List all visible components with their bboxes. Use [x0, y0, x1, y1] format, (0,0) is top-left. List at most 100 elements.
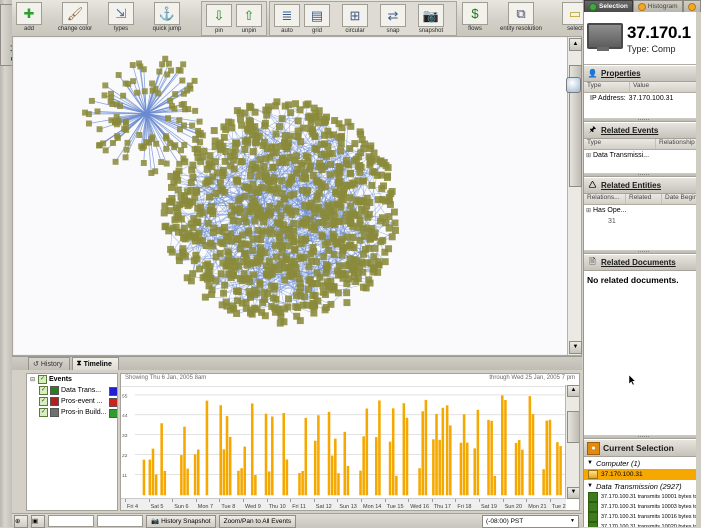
axis-tickmark: [125, 499, 126, 502]
graph-zoom-knob-icon[interactable]: [566, 77, 581, 93]
grid-layout-button[interactable]: ▤grid: [302, 3, 332, 34]
graph-canvas[interactable]: [14, 38, 567, 354]
properties-table: Type Value IP Address: 37.170.100.31: [584, 82, 701, 117]
graph-scroll-down-icon[interactable]: ▼: [569, 341, 582, 354]
toolbar-group-edit: ✚add🖌change color⇲types⚓quick jump: [12, 0, 200, 33]
timeline-chart[interactable]: 5544332211: [121, 385, 566, 506]
relation-count: 31: [608, 218, 616, 225]
selection-rows: 37.170.100.31 transmits 10001 bytes to 1…: [584, 492, 701, 527]
graph-canvas-container[interactable]: [14, 38, 567, 354]
tab-timeline[interactable]: ⧗ Timeline: [72, 357, 119, 370]
toolbar-button-label: select: [567, 26, 583, 32]
circular-layout-button[interactable]: ⊞circular: [332, 3, 378, 34]
collapse-button[interactable]: ▣: [31, 515, 45, 528]
axis-tickmark: [432, 499, 433, 502]
checkbox-icon[interactable]: ✓: [39, 386, 48, 395]
axis-tickmark: [479, 499, 480, 502]
expander-icon[interactable]: ⊞: [586, 152, 593, 159]
tab-extra[interactable]: [683, 0, 701, 12]
status-field-1[interactable]: [48, 515, 94, 527]
tree-item-data-trans[interactable]: ✓ Data Trans...: [27, 385, 117, 396]
snap-layout-button[interactable]: ⇄snap: [378, 3, 408, 34]
tab-histogram[interactable]: Histogram: [633, 0, 683, 12]
list-item-label: 37.170.100.31 transmits 10001 bytes to 1…: [601, 494, 701, 500]
list-item[interactable]: 37.170.100.31 transmits 10001 bytes to 1…: [584, 492, 701, 502]
toolbar-button-label: flows: [468, 26, 482, 32]
selected-list-item[interactable]: 37.170.100.31: [584, 469, 701, 480]
properties-header-label: Properties: [601, 69, 641, 78]
pin-button[interactable]: ⇩pin: [204, 3, 234, 34]
selection-icon: ●: [587, 442, 600, 455]
table-row[interactable]: 31: [584, 216, 701, 227]
timeline-scroll-down-icon[interactable]: ▼: [567, 487, 580, 499]
right-panel-scrollbar[interactable]: [696, 12, 701, 527]
axis-tick-label: Mon 14: [363, 504, 381, 510]
list-item[interactable]: 37.170.100.31 transmits 10020 bytes to 1…: [584, 522, 701, 527]
axis-tick-label: Sun 6: [174, 504, 188, 510]
history-snapshot-button[interactable]: 📷 History Snapshot: [146, 515, 216, 528]
status-dot-icon: [589, 3, 597, 11]
timeline-scroll-thumb[interactable]: [567, 411, 580, 443]
camera-button[interactable]: 📷snapshot: [408, 3, 454, 34]
related-entities-header-label: Related Entities: [601, 181, 661, 190]
svg-text:22: 22: [122, 453, 128, 459]
types-button[interactable]: ⇲types: [106, 1, 136, 32]
related-entities-table-header: Relations... Related Date Begin: [584, 194, 701, 205]
table-row[interactable]: ⊞ Has Ope...: [584, 205, 701, 216]
related-documents-section-header[interactable]: 🗎 Related Documents: [584, 254, 701, 271]
status-dot-icon: [688, 3, 696, 11]
entities-icon: 🛆: [587, 180, 598, 191]
expand-button[interactable]: ⊕: [14, 515, 28, 528]
table-row[interactable]: ⊞ Data Transmissi...: [584, 150, 701, 161]
status-field-2[interactable]: [97, 515, 143, 527]
selection-group-data-transmission[interactable]: ▼ Data Transmission (2927): [584, 480, 701, 492]
quick-jump-button[interactable]: ⚓quick jump: [136, 1, 198, 32]
selected-item-label: 37.170.100.31: [601, 471, 643, 478]
svg-text:11: 11: [122, 473, 127, 479]
timeline-vertical-scrollbar[interactable]: ▲ ▼: [565, 385, 579, 499]
circular-layout-icon: ⊞: [342, 4, 368, 27]
expander-icon[interactable]: ⊞: [586, 207, 593, 214]
flows-button[interactable]: $flows: [460, 1, 490, 32]
tree-root-events[interactable]: ⊟ ✓ Events: [27, 374, 117, 385]
axis-tickmark: [267, 499, 268, 502]
related-events-section-header[interactable]: 🖈 Related Events: [584, 122, 701, 139]
entity-resolution-button[interactable]: ⧉entity resolution: [490, 1, 552, 32]
list-item[interactable]: 37.170.100.31 transmits 10003 bytes to 1…: [584, 502, 701, 512]
axis-tick-label: Sun 20: [505, 504, 522, 510]
tree-item-pros-in-build[interactable]: ✓ Pros-in Build...: [27, 407, 117, 418]
tree-item-pros-event[interactable]: ✓ Pros-event ...: [27, 396, 117, 407]
tree-expander-icon[interactable]: ⊟: [29, 376, 36, 383]
prop-type: IP Address:: [586, 95, 626, 102]
brush-button[interactable]: 🖌change color: [44, 1, 106, 32]
events-tree[interactable]: ⊟ ✓ Events ✓ Data Trans... ✓ Pros-event …: [26, 373, 118, 511]
checkbox-icon[interactable]: ✓: [39, 397, 48, 406]
unpin-button[interactable]: ⇧unpin: [234, 3, 264, 34]
related-entities-section-header[interactable]: 🛆 Related Entities: [584, 177, 701, 194]
expander-icon[interactable]: ▼: [587, 483, 593, 489]
tab-selection[interactable]: Selection: [584, 0, 633, 12]
checkbox-icon[interactable]: ✓: [38, 375, 47, 384]
checkbox-icon[interactable]: ✓: [39, 408, 48, 417]
current-selection-section-header[interactable]: ● Current Selection: [584, 439, 701, 457]
chevron-down-icon[interactable]: ▼: [570, 518, 578, 524]
timezone-select[interactable]: (-08:00) PST ▼: [482, 515, 579, 528]
auto-layout-button[interactable]: ≣auto: [272, 3, 302, 34]
col-relationship: Relationship: [656, 139, 701, 149]
timeline-range-start: Showing Thu 6 Jan, 2005 8am: [125, 375, 206, 385]
properties-section-header[interactable]: 👤 Properties: [584, 65, 701, 82]
expander-icon[interactable]: ▼: [587, 460, 593, 466]
zoom-pan-all-events-button[interactable]: Zoom/Pan to All Events: [219, 515, 297, 528]
timeline-panel[interactable]: Showing Thu 6 Jan, 2005 8am through Wed …: [120, 373, 580, 511]
graph-view[interactable]: ▲ ▼: [12, 36, 582, 356]
table-row[interactable]: IP Address: 37.170.100.31: [584, 93, 701, 104]
tab-history[interactable]: ↺ History: [28, 357, 70, 370]
list-item[interactable]: 37.170.100.31 transmits 10016 bytes to 1…: [584, 512, 701, 522]
tree-item-label: Pros-in Build...: [61, 409, 107, 416]
axis-tickmark: [219, 499, 220, 502]
selection-group-computer[interactable]: ▼ Computer (1): [584, 457, 701, 469]
plus-button[interactable]: ✚add: [14, 1, 44, 32]
entity-header: 37.170.1 Type: Comp: [584, 12, 701, 65]
graph-scroll-up-icon[interactable]: ▲: [569, 38, 582, 51]
timeline-scroll-up-icon[interactable]: ▲: [567, 385, 580, 397]
